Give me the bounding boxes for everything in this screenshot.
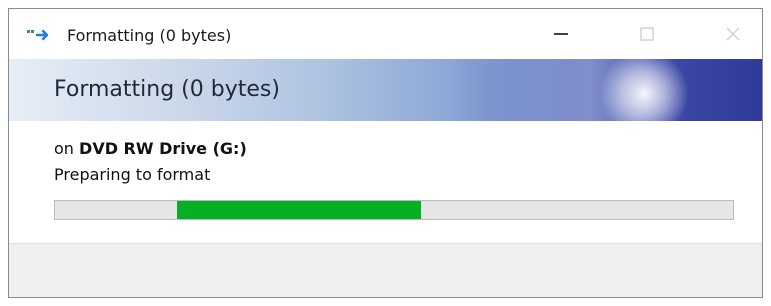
maximize-button[interactable] (625, 19, 669, 49)
close-icon (726, 27, 740, 41)
close-button[interactable] (711, 19, 755, 49)
format-drive-icon (27, 29, 49, 41)
banner-heading: Formatting (0 bytes) (54, 77, 280, 102)
progress-fill (177, 201, 422, 219)
drive-line: on DVD RW Drive (G:) (54, 139, 247, 158)
status-text: Preparing to format (54, 165, 211, 184)
minimize-icon (554, 33, 568, 35)
drive-name: DVD RW Drive (G:) (79, 139, 247, 158)
title-bar[interactable]: Formatting (0 bytes) (9, 9, 762, 59)
banner-glow (599, 59, 689, 121)
window-title: Formatting (0 bytes) (67, 26, 232, 45)
maximize-icon (640, 27, 654, 41)
on-prefix: on (54, 139, 74, 158)
footer-bar (9, 243, 762, 297)
format-progress-window: Formatting (0 bytes) Formatting (0 bytes… (8, 8, 763, 298)
progress-bar (54, 200, 734, 220)
minimize-button[interactable] (539, 19, 583, 49)
